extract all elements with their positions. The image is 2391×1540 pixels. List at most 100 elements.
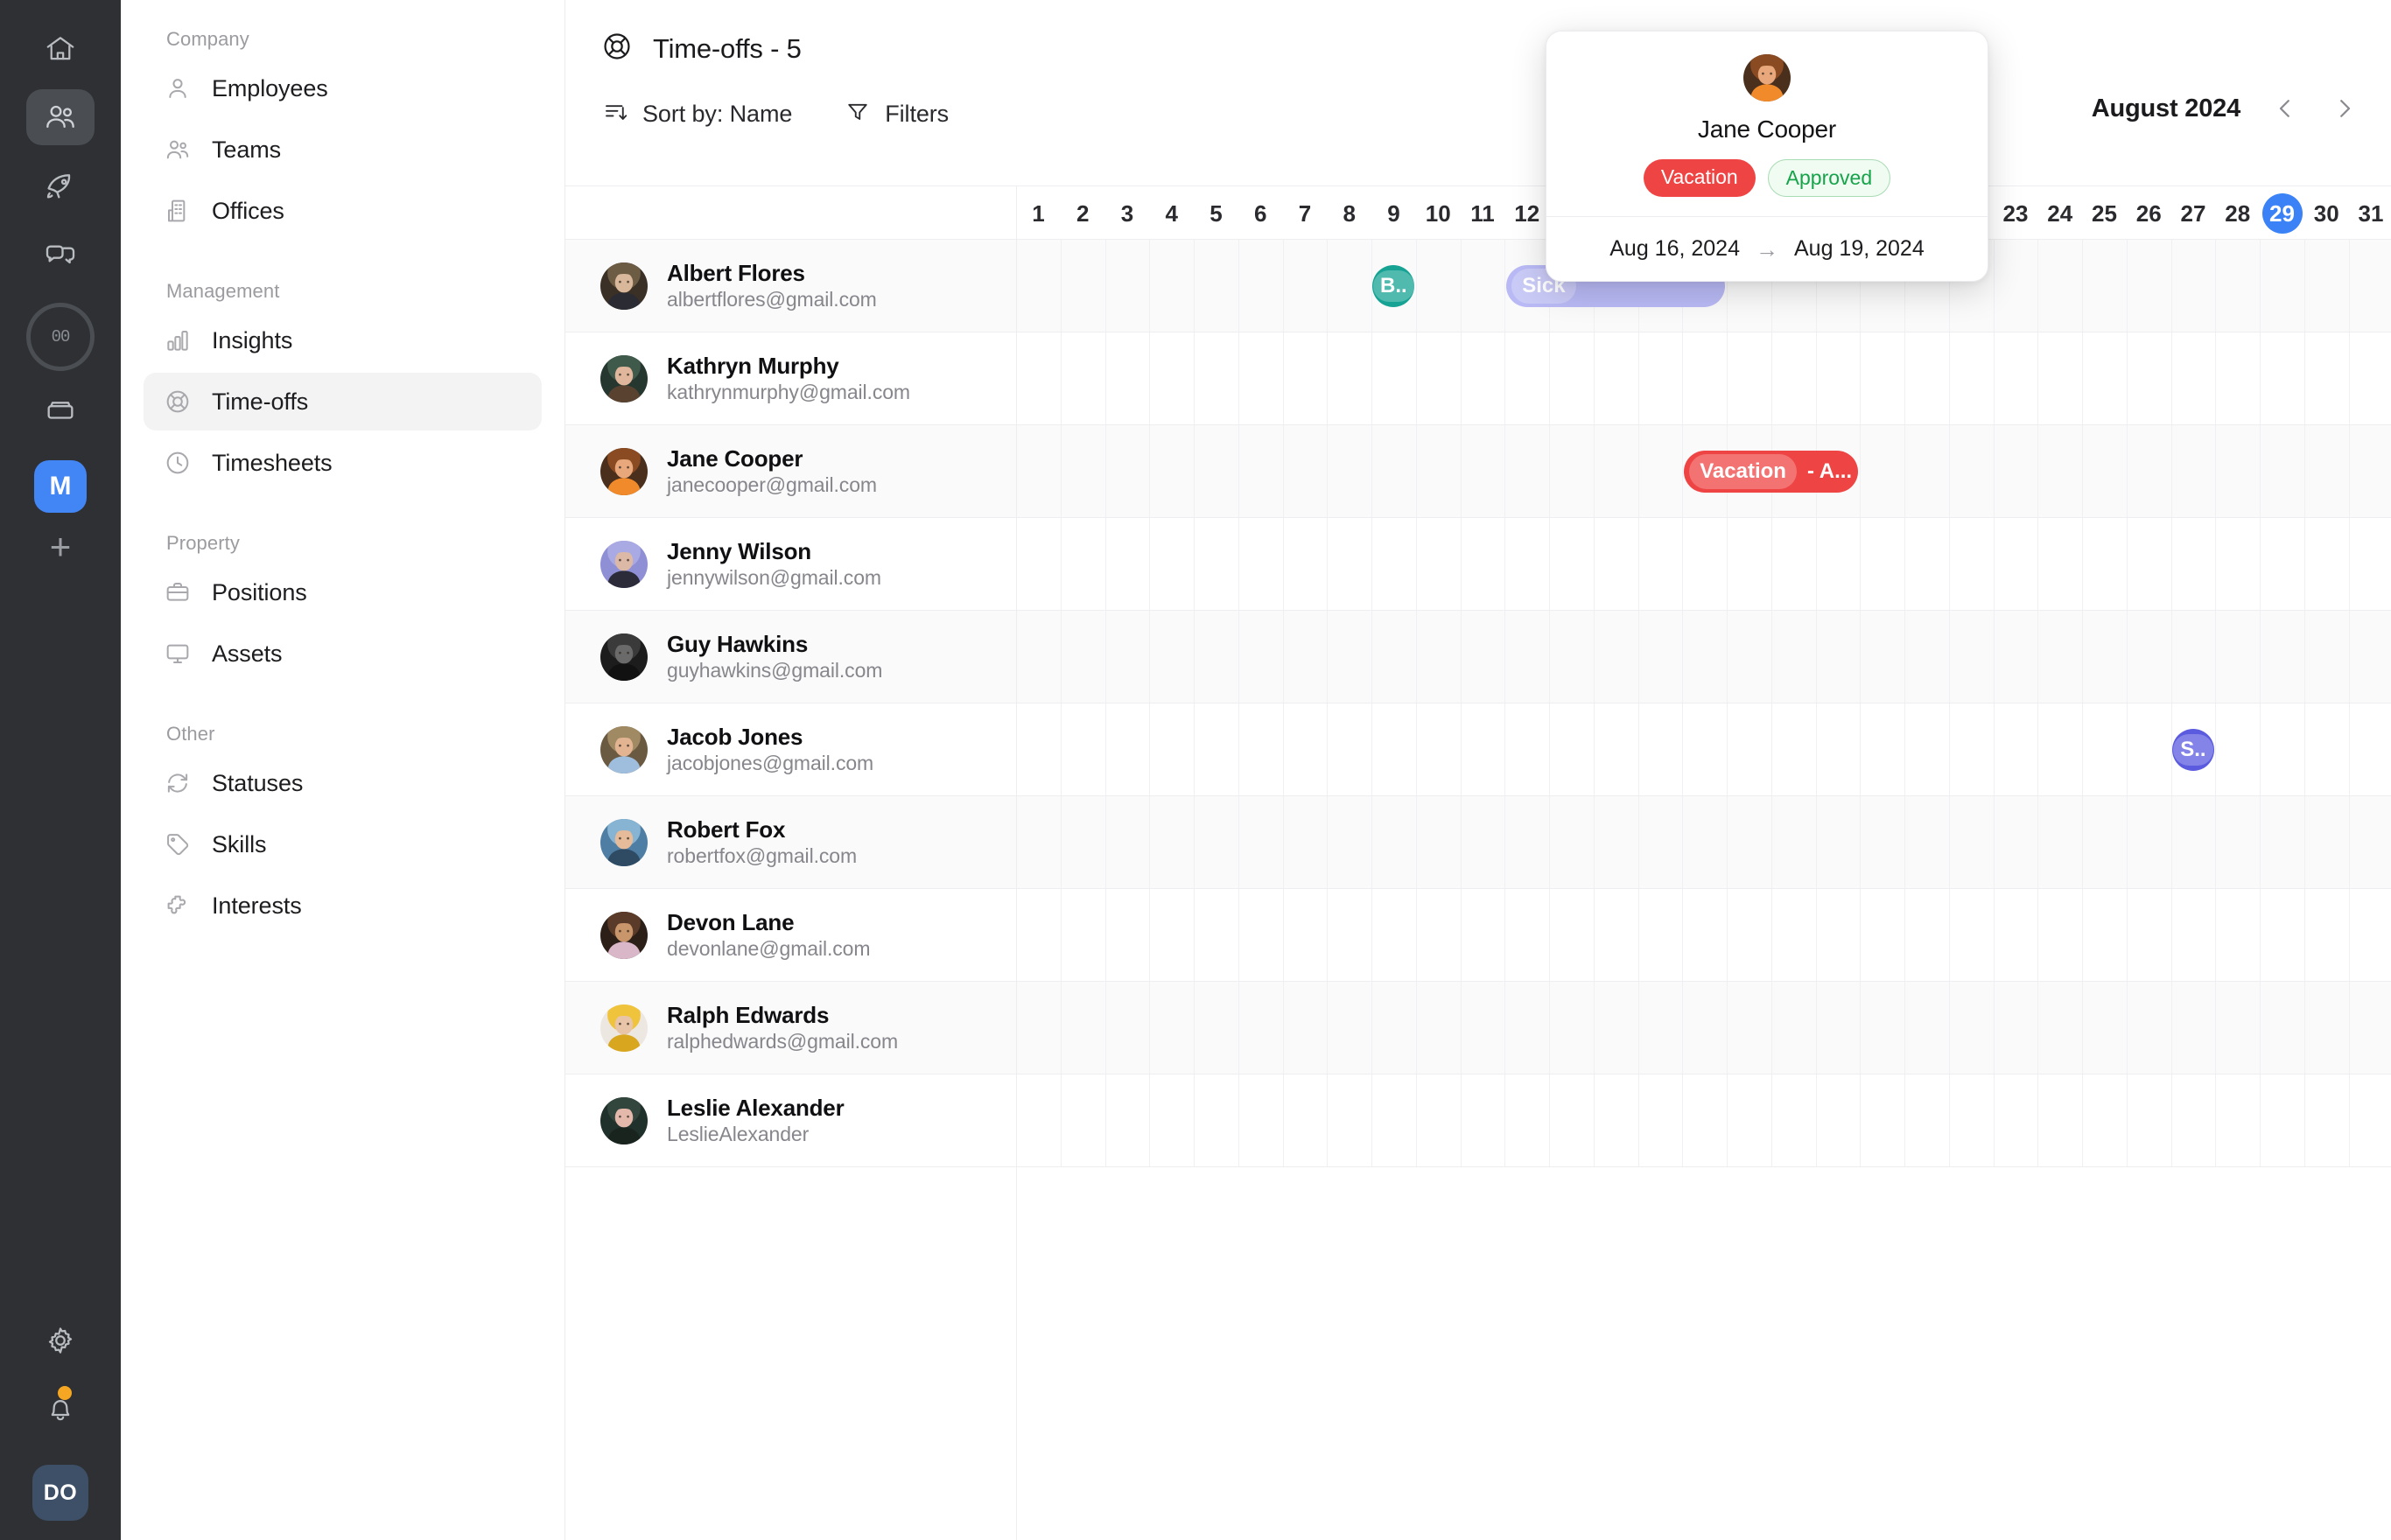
employee-cell[interactable]: Jenny Wilson jennywilson@gmail.com — [600, 518, 881, 611]
rail-item-projects[interactable] — [26, 158, 95, 214]
sidebar-item-statuses[interactable]: Statuses — [144, 754, 542, 812]
gridline — [1371, 982, 1372, 1074]
user-avatar-badge[interactable]: DO — [32, 1465, 88, 1521]
gridline — [1549, 425, 1550, 517]
employee-cell[interactable]: Kathryn Murphy kathrynmurphy@gmail.com — [600, 332, 910, 425]
table-row[interactable]: Albert Flores albertflores@gmail.com B.. Si… — [565, 240, 2391, 332]
avatar — [600, 819, 648, 866]
sidebar-item-label: Positions — [212, 578, 307, 606]
gridline — [1060, 1074, 1062, 1166]
gridline — [2082, 425, 2083, 517]
timeoff-chip[interactable]: S.. — [2171, 729, 2214, 771]
calendar-day-27[interactable]: 27 — [2171, 186, 2216, 241]
gridline — [2126, 982, 2128, 1074]
sidebar-item-label: Time-offs — [212, 388, 309, 415]
nav-group-label-other: Other — [166, 723, 215, 745]
employee-cell[interactable]: Ralph Edwards ralphedwards@gmail.com — [600, 982, 898, 1074]
sidebar-item-employees[interactable]: Employees — [144, 60, 542, 117]
gridline — [2215, 611, 2217, 703]
calendar-day-31[interactable]: 31 — [2349, 186, 2391, 241]
table-row[interactable]: Devon Lane devonlane@gmail.com — [565, 889, 2391, 982]
calendar-day-24[interactable]: 24 — [2037, 186, 2082, 241]
calendar-day-11[interactable]: 11 — [1461, 186, 1505, 241]
employee-cell[interactable]: Guy Hawkins guyhawkins@gmail.com — [600, 611, 882, 704]
gridline — [1238, 332, 1239, 424]
gridline — [1815, 518, 1817, 610]
gridline — [2348, 611, 2350, 703]
timeoff-chip[interactable]: Vacation - A... — [1684, 451, 1859, 493]
gridline — [1504, 889, 1506, 981]
sidebar-item-teams[interactable]: Teams — [144, 121, 542, 178]
employee-cell[interactable]: Devon Lane devonlane@gmail.com — [600, 889, 871, 982]
timeoff-detail-popup[interactable]: Jane Cooper Vacation Approved Aug 16, 20… — [1546, 31, 1988, 282]
row-gridlines — [1016, 332, 2391, 424]
gridline — [2260, 889, 2261, 981]
calendar-day-3[interactable]: 3 — [1105, 186, 1150, 241]
sort-by-button[interactable]: Sort by: Name — [602, 99, 792, 130]
sidebar-item-positions[interactable]: Positions — [144, 564, 542, 621]
workspace-badge-m[interactable]: M — [34, 460, 87, 513]
sidebar-item-label: Interests — [212, 892, 302, 919]
table-row[interactable]: Leslie Alexander LeslieAlexander — [565, 1074, 2391, 1167]
gridline — [1194, 518, 1195, 610]
calendar-day-23[interactable]: 23 — [1994, 186, 2038, 241]
calendar-day-12[interactable]: 12 — [1504, 186, 1549, 241]
chevron-left-icon[interactable] — [2270, 94, 2300, 123]
rail-item-archive[interactable] — [26, 383, 95, 439]
table-row[interactable]: Kathryn Murphy kathrynmurphy@gmail.com — [565, 332, 2391, 425]
chevron-right-icon[interactable] — [2330, 94, 2359, 123]
calendar-day-30[interactable]: 30 — [2304, 186, 2349, 241]
calendar-day-10[interactable]: 10 — [1416, 186, 1461, 241]
calendar-day-8[interactable]: 8 — [1327, 186, 1371, 241]
calendar-day-5[interactable]: 5 — [1194, 186, 1238, 241]
sidebar-item-timesheets[interactable]: Timesheets — [144, 434, 542, 492]
gridline — [1504, 704, 1506, 795]
sidebar-item-skills[interactable]: Skills — [144, 816, 542, 873]
sidebar-item-insights[interactable]: Insights — [144, 312, 542, 369]
employee-cell[interactable]: Leslie Alexander LeslieAlexander — [600, 1074, 845, 1167]
employee-cell[interactable]: Jane Cooper janecooper@gmail.com — [600, 425, 877, 518]
table-row[interactable]: Robert Fox robertfox@gmail.com — [565, 796, 2391, 889]
calendar-day-9[interactable]: 9 — [1371, 186, 1416, 241]
calendar-day-29[interactable]: 29 — [2260, 186, 2304, 241]
gridline — [1727, 796, 1728, 888]
calendar-day-2[interactable]: 2 — [1061, 186, 1105, 241]
filters-button[interactable]: Filters — [845, 99, 949, 130]
gridline — [1371, 611, 1372, 703]
rail-item-counter[interactable]: 00 — [26, 303, 95, 371]
rail-item-settings[interactable] — [26, 1312, 95, 1368]
employee-cell[interactable]: Albert Flores albertflores@gmail.com — [600, 240, 877, 332]
rail-item-home[interactable] — [26, 21, 95, 77]
sidebar-item-label: Statuses — [212, 769, 304, 796]
gridline — [1282, 425, 1284, 517]
calendar-rows: Albert Flores albertflores@gmail.com B.. Si… — [565, 240, 2391, 1167]
calendar-day-28[interactable]: 28 — [2215, 186, 2260, 241]
calendar-day-25[interactable]: 25 — [2082, 186, 2127, 241]
calendar-day-1[interactable]: 1 — [1016, 186, 1061, 241]
sidebar-item-offices[interactable]: Offices — [144, 182, 542, 240]
table-row[interactable]: Ralph Edwards ralphedwards@gmail.com — [565, 982, 2391, 1074]
employee-cell[interactable]: Robert Fox robertfox@gmail.com — [600, 796, 857, 889]
calendar-day-6[interactable]: 6 — [1238, 186, 1283, 241]
table-row[interactable]: Jacob Jones jacobjones@gmail.com S.. — [565, 704, 2391, 796]
table-row[interactable]: Jane Cooper janecooper@gmail.com Vacation -… — [565, 425, 2391, 518]
table-row[interactable]: Guy Hawkins guyhawkins@gmail.com — [565, 611, 2391, 704]
calendar-day-26[interactable]: 26 — [2127, 186, 2171, 241]
gridline — [2260, 240, 2261, 332]
calendar-day-4[interactable]: 4 — [1149, 186, 1194, 241]
gridline — [1282, 796, 1284, 888]
gridline — [2082, 704, 2083, 795]
employee-cell[interactable]: Jacob Jones jacobjones@gmail.com — [600, 704, 873, 796]
table-row[interactable]: Jenny Wilson jennywilson@gmail.com — [565, 518, 2391, 611]
sidebar-item-time-offs[interactable]: Time-offs — [144, 373, 542, 430]
rail-item-people[interactable] — [26, 89, 95, 145]
add-workspace-button[interactable]: + — [50, 528, 72, 565]
gridline — [1860, 704, 1862, 795]
calendar-day-7[interactable]: 7 — [1283, 186, 1328, 241]
sidebar-item-interests[interactable]: Interests — [144, 877, 542, 934]
employee-name: Ralph Edwards — [667, 1001, 830, 1028]
rail-item-notifications[interactable] — [26, 1381, 95, 1437]
rail-item-chat[interactable] — [26, 226, 95, 282]
gridline — [2260, 796, 2261, 888]
sidebar-item-assets[interactable]: Assets — [144, 625, 542, 682]
